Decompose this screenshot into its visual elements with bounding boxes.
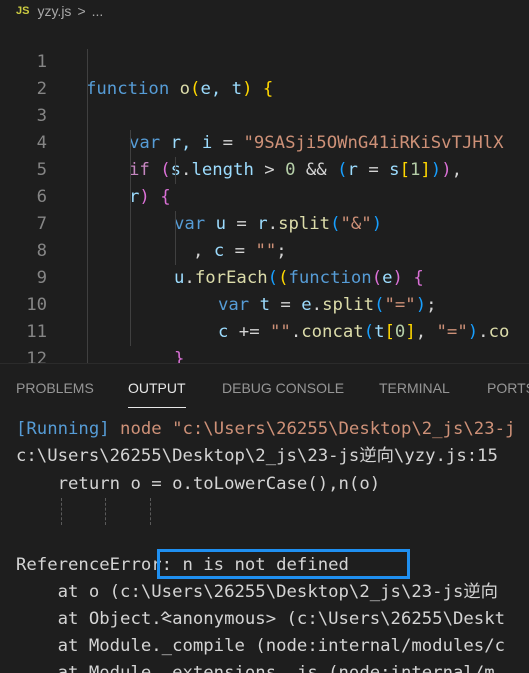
- code-line-4: 4 r) {: [0, 103, 529, 207]
- tab-ports[interactable]: PORTS: [487, 380, 529, 396]
- breadcrumb: JS yzy.js > ...: [0, 0, 529, 22]
- stack-trace-line: at o (c:\Users\26255\Desktop\2_js\23-js逆…: [16, 582, 498, 602]
- code-line-6: 6 , c = "";: [0, 157, 529, 261]
- chevron-right-icon: >: [77, 3, 86, 19]
- tab-output[interactable]: OUTPUT: [128, 380, 186, 408]
- breadcrumb-more[interactable]: ...: [92, 3, 104, 19]
- code-line-8: 8 var t = e.split("=");: [0, 211, 529, 315]
- tab-problems[interactable]: PROBLEMS: [16, 380, 94, 396]
- stack-trace-line: at Module._compile (node:internal/module…: [16, 636, 505, 656]
- bottom-panel: PROBLEMS OUTPUT DEBUG CONSOLE TERMINAL P…: [0, 363, 529, 673]
- panel-tabs: PROBLEMS OUTPUT DEBUG CONSOLE TERMINAL P…: [0, 364, 529, 412]
- stack-trace-line: at Module._extensions..js (node:internal…: [16, 663, 495, 673]
- output-log[interactable]: [Running] node "c:\Users\26255\Desktop\2…: [0, 416, 529, 673]
- code-line-11: 11 )),: [0, 292, 529, 342]
- code-line-12: 12 o = "".concat(_.trimEnd(c, "&"),: [0, 319, 529, 363]
- tab-terminal[interactable]: TERMINAL: [379, 380, 450, 396]
- breadcrumb-file[interactable]: yzy.js: [37, 3, 71, 19]
- stack-trace-line: at Object.<anonymous> (c:\Users\26255\De…: [16, 609, 505, 629]
- tab-debug-console[interactable]: DEBUG CONSOLE: [222, 380, 344, 396]
- code-line-13: 13 } else: [0, 346, 529, 363]
- output-line: return o = o.toLowerCase(),n(o): [16, 474, 381, 494]
- code-line-9: 9 c += "".concat(t[0], "=").co: [0, 238, 529, 342]
- code-line-10: 10 }: [0, 265, 529, 363]
- code-line-3: 3 if (s.length > 0 && (r = s[1])),: [0, 76, 529, 180]
- javascript-file-icon: JS: [16, 5, 30, 17]
- output-line: c:\Users\26255\Desktop\2_js\23-js逆向\yzy.…: [16, 446, 498, 466]
- annotation-highlight-box: [157, 549, 410, 579]
- code-line-7: 7 u.forEach((function(e) {: [0, 184, 529, 288]
- output-line: ^: [16, 498, 316, 629]
- code-editor[interactable]: 1 function o(e, t) { 2 var r, i = "9SASj…: [0, 22, 529, 363]
- code-line-5: 5 var u = r.split("&"): [0, 130, 529, 234]
- output-line: [Running] node "c:\Users\26255\Desktop\2…: [16, 419, 516, 439]
- code-line-1: 1 function o(e, t) {: [0, 22, 529, 99]
- code-line-2: 2 var r, i = "9SASji5OWnG41iRKiSvTJHlX: [0, 49, 529, 153]
